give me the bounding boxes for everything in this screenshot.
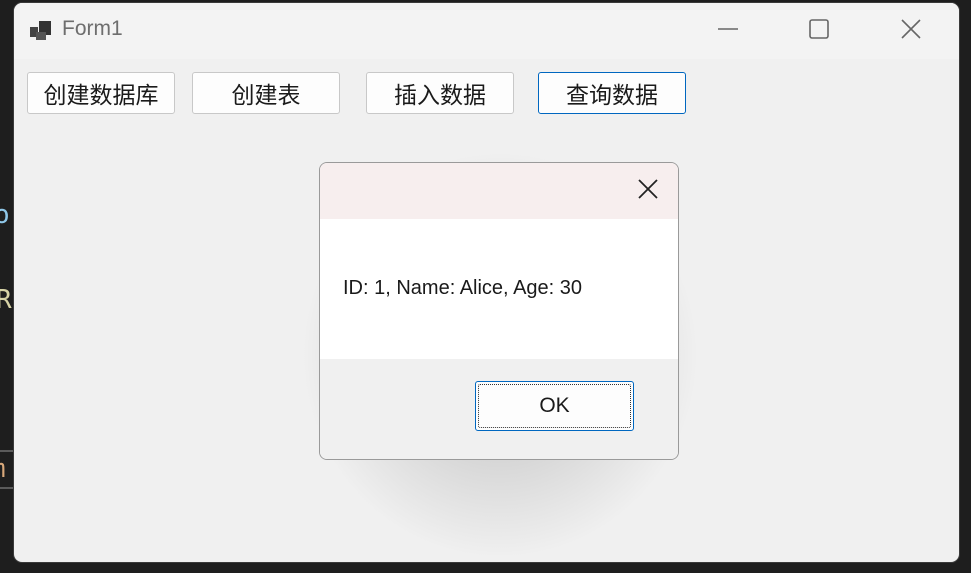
message-box: ID: 1, Name: Alice, Age: 30 OK	[319, 162, 679, 460]
ok-button[interactable]: OK	[475, 381, 634, 431]
create-table-button[interactable]: 创建表	[192, 72, 340, 114]
code-divider	[0, 450, 14, 452]
dialog-close-button[interactable]	[628, 172, 668, 210]
code-fragment-o: o	[0, 200, 10, 230]
code-fragment-r: R	[0, 285, 12, 315]
window-titlebar[interactable]: Form1	[14, 3, 959, 59]
close-icon	[637, 178, 659, 204]
code-fragment-m: m	[0, 456, 6, 482]
code-divider	[0, 487, 14, 489]
minimize-button[interactable]	[683, 3, 773, 59]
dialog-titlebar[interactable]	[320, 163, 678, 219]
dialog-message: ID: 1, Name: Alice, Age: 30	[343, 277, 583, 299]
maximize-icon	[808, 18, 830, 44]
focus-rectangle	[478, 384, 631, 428]
close-icon	[900, 18, 922, 44]
minimize-icon	[717, 18, 739, 44]
dialog-body: ID: 1, Name: Alice, Age: 30	[320, 219, 678, 359]
insert-data-button[interactable]: 插入数据	[366, 72, 514, 114]
app-icon	[30, 19, 56, 43]
window-title: Form1	[62, 17, 123, 40]
maximize-button[interactable]	[774, 3, 864, 59]
create-database-button[interactable]: 创建数据库	[27, 72, 175, 114]
query-data-button[interactable]: 查询数据	[538, 72, 686, 114]
close-button[interactable]	[866, 3, 956, 59]
